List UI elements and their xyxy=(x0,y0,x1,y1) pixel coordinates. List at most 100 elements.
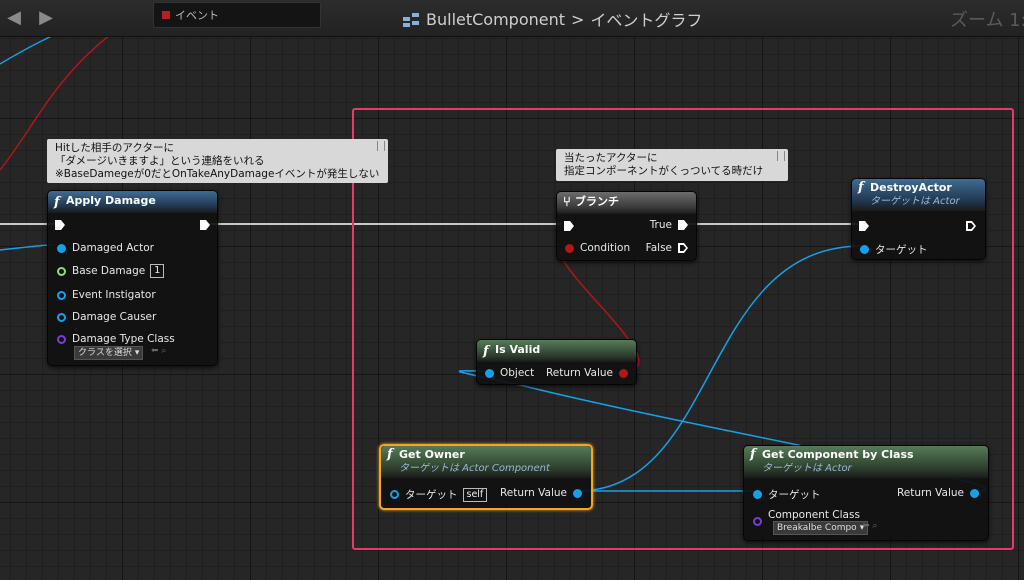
node-title: Get Owner xyxy=(399,448,465,461)
node-destroy-actor[interactable]: f DestroyActor ターゲットは Actor ターゲット xyxy=(851,178,986,260)
pin-label: Base Damage xyxy=(72,265,146,277)
bool-pin-icon xyxy=(565,243,574,253)
dropdown-value: Breakalbe Compo xyxy=(777,523,857,533)
event-color-icon xyxy=(162,11,170,19)
breadcrumb-graph[interactable]: イベントグラフ xyxy=(590,7,702,31)
exec-pin-icon xyxy=(859,221,869,231)
pin-damage-type-class[interactable]: Damage Type Class xyxy=(57,333,175,345)
function-icon: f xyxy=(387,447,393,462)
pin-label: ターゲット xyxy=(405,489,458,501)
object-pin-icon xyxy=(57,243,66,253)
function-icon: f xyxy=(750,447,756,462)
pin-label: Damaged Actor xyxy=(72,242,154,254)
exec-in-pin[interactable] xyxy=(55,220,65,230)
pin-object[interactable]: Object xyxy=(485,367,534,379)
node-title: ブランチ xyxy=(575,195,619,208)
pin-label: ターゲット xyxy=(768,489,821,501)
comment-line: 当たったアクターに xyxy=(564,152,658,164)
pin-label: Damage Causer xyxy=(72,311,157,323)
pin-component-class-label: Component Class xyxy=(768,509,860,521)
chevron-down-icon: ▾ xyxy=(134,348,140,358)
node-title: DestroyActor xyxy=(870,181,952,194)
pin-target[interactable]: ターゲット xyxy=(753,487,821,502)
back-arrow-icon[interactable]: ◀ xyxy=(4,8,24,28)
object-pin-icon xyxy=(860,245,869,254)
branch-icon: ⑂ xyxy=(563,195,571,210)
node-subtitle: ターゲットは Actor xyxy=(762,463,852,474)
exec-pin-icon xyxy=(200,220,210,230)
pin-damage-causer[interactable]: Damage Causer xyxy=(57,311,156,323)
breadcrumb-component[interactable]: BulletComponent xyxy=(426,10,565,29)
exec-pin-icon xyxy=(678,220,688,230)
object-pin-icon xyxy=(573,488,582,498)
dropdown-value: クラスを選択 xyxy=(78,348,132,358)
node-title: Apply Damage xyxy=(66,194,156,207)
comment-line: Hitした相手のアクターに xyxy=(55,142,174,154)
node-header: f Get Component by Class ターゲットは Actor xyxy=(744,446,988,478)
object-pin-icon xyxy=(970,488,979,498)
node-header: f Apply Damage xyxy=(48,191,217,213)
node-is-valid[interactable]: f Is Valid Object Return Value xyxy=(476,339,637,385)
zoom-level: ズーム 1:1 xyxy=(950,10,1024,31)
object-pin-icon xyxy=(57,312,66,322)
exec-in-pin[interactable] xyxy=(564,221,574,231)
exec-out-pin[interactable] xyxy=(200,220,210,230)
pin-damaged-actor[interactable]: Damaged Actor xyxy=(57,242,154,254)
pin-condition[interactable]: Condition xyxy=(565,242,630,254)
node-title: Is Valid xyxy=(495,343,541,356)
pin-component-class[interactable] xyxy=(753,517,762,526)
function-icon: f xyxy=(54,195,60,210)
bool-pin-icon xyxy=(619,368,628,378)
function-icon: f xyxy=(858,180,864,195)
blueprint-grid-icon xyxy=(403,13,419,27)
pin-target[interactable]: ターゲット xyxy=(860,242,928,257)
node-title: Get Component by Class xyxy=(762,448,914,461)
forward-arrow-icon[interactable]: ▶ xyxy=(36,8,56,28)
exec-pin-icon xyxy=(564,221,574,231)
comment-branch[interactable]: 当たったアクターに 指定コンポーネントがくっついてる時だけ xyxy=(556,149,788,181)
node-header: f DestroyActor ターゲットは Actor xyxy=(852,179,985,211)
pin-label: Condition xyxy=(580,242,631,254)
object-wire xyxy=(0,244,55,251)
base-damage-input[interactable]: 1 xyxy=(150,264,165,278)
class-pin-icon xyxy=(57,334,66,344)
pin-label: Return Value xyxy=(896,487,964,499)
pin-return-value[interactable]: Return Value xyxy=(897,487,979,499)
exec-in-pin[interactable] xyxy=(859,221,869,231)
pin-return-value[interactable]: Return Value xyxy=(500,487,582,499)
node-branch[interactable]: ⑂ ブランチ True Condition False xyxy=(556,191,697,261)
class-pin-icon xyxy=(753,517,762,526)
comment-line: 指定コンポーネントがくっついてる時だけ xyxy=(564,165,764,177)
comment-pin-icon[interactable] xyxy=(777,151,785,161)
object-pin-icon xyxy=(485,368,494,378)
pin-event-instigator[interactable]: Event Instigator xyxy=(57,289,156,301)
exec-out-pin[interactable] xyxy=(966,221,976,231)
node-get-owner[interactable]: f Get Owner ターゲットは Actor Component ターゲット… xyxy=(379,444,593,510)
pin-label: Object xyxy=(500,367,535,379)
comment-apply-damage[interactable]: Hitした相手のアクターに 「ダメージいきますよ」という連絡をいれる ※Base… xyxy=(47,139,388,183)
exec-pin-icon xyxy=(966,221,976,231)
pin-return-value[interactable]: Return Value xyxy=(546,367,628,379)
browse-icons[interactable]: ⬅ ⌕ xyxy=(151,346,166,356)
object-pin-icon xyxy=(57,290,66,300)
pin-true[interactable]: True xyxy=(650,219,688,231)
browse-icons[interactable]: ⬅ ⌕ xyxy=(862,521,877,531)
object-pin-icon xyxy=(390,490,399,499)
float-pin-icon xyxy=(57,266,66,276)
damage-type-dropdown[interactable]: クラスを選択 ▾ xyxy=(74,346,144,360)
pin-false[interactable]: False xyxy=(646,242,688,254)
node-apply-damage[interactable]: f Apply Damage Damaged Actor Base Damage… xyxy=(47,190,218,366)
node-header: f Is Valid xyxy=(477,340,636,362)
component-class-dropdown[interactable]: Breakalbe Compo ▾ xyxy=(773,521,869,535)
node-get-component-by-class[interactable]: f Get Component by Class ターゲットは Actor ター… xyxy=(743,445,989,541)
pin-target[interactable]: ターゲット self xyxy=(390,487,488,502)
event-tab[interactable]: イベント xyxy=(153,2,321,28)
breadcrumb: BulletComponent > イベントグラフ xyxy=(402,7,702,31)
node-subtitle: ターゲットは Actor xyxy=(870,196,960,207)
breadcrumb-separator: > xyxy=(571,9,585,29)
comment-pin-icon[interactable] xyxy=(377,141,385,151)
pin-base-damage[interactable]: Base Damage 1 xyxy=(57,264,165,278)
pin-label: Return Value xyxy=(545,367,613,379)
node-subtitle: ターゲットは Actor Component xyxy=(399,463,550,474)
comment-line: ※BaseDamegeが0だとOnTakeAnyDamageイベントが発生しない xyxy=(55,168,380,180)
